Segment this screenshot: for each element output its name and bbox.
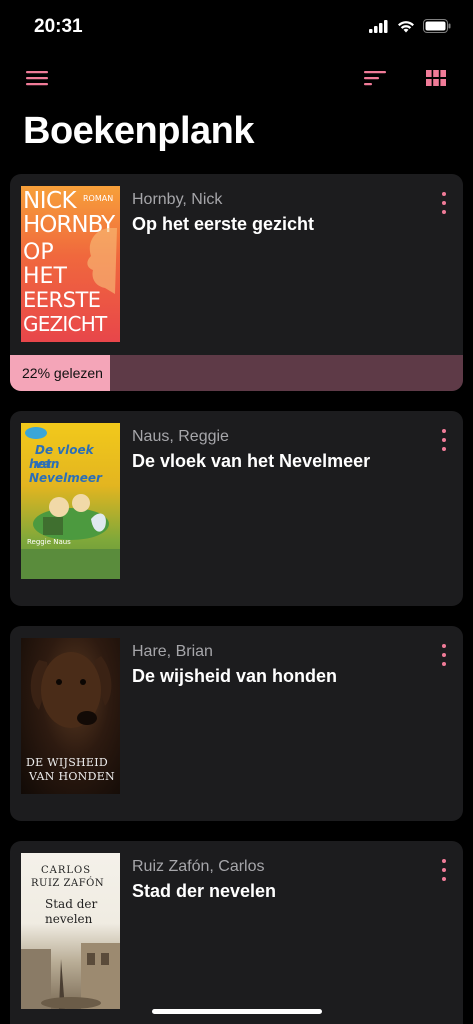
more-options-button[interactable] — [437, 192, 451, 214]
more-options-button[interactable] — [437, 429, 451, 451]
series-badge — [25, 427, 47, 439]
more-dots-icon — [442, 644, 446, 648]
book-cover: DE WIJSHEID VAN HONDEN — [21, 638, 120, 794]
grid-view-button[interactable] — [422, 66, 450, 94]
toolbar — [0, 58, 473, 102]
book-title: Op het eerste gezicht — [132, 214, 315, 234]
dog-illustration — [30, 652, 112, 728]
cover-text: Stad der — [45, 897, 98, 911]
more-options-button[interactable] — [437, 644, 451, 666]
cover-text: GEZICHT — [23, 312, 107, 336]
sort-icon — [364, 70, 386, 91]
progress-label: 22% gelezen — [22, 365, 103, 381]
more-dots-icon — [442, 192, 446, 196]
hamburger-icon — [26, 70, 48, 91]
book-cover: NICK HORNBY ROMAN OP HET EERSTE GEZICHT — [21, 186, 120, 342]
cover-text: CARLOS — [41, 865, 92, 876]
reading-progress-bar: 22% gelezen — [10, 355, 463, 391]
book-card[interactable]: De vloek van het Nevelmeer Reggie Naus N… — [10, 411, 463, 606]
cover-text: OP — [23, 240, 54, 265]
book-cover: De vloek van het Nevelmeer Reggie Naus — [21, 423, 120, 579]
cover-text: DE WIJSHEID — [26, 756, 109, 769]
book-card[interactable]: CARLOS RUIZ ZAFÓN Stad der nevelen Ruiz … — [10, 841, 463, 1024]
book-card[interactable]: NICK HORNBY ROMAN OP HET EERSTE GEZICHT … — [10, 174, 463, 391]
book-list: NICK HORNBY ROMAN OP HET EERSTE GEZICHT … — [10, 174, 463, 1024]
book-title: De wijsheid van honden — [132, 666, 338, 686]
page-title: Boekenplank — [23, 110, 255, 152]
battery-icon — [423, 19, 451, 38]
book-author: Ruiz Zafón, Carlos — [132, 858, 265, 875]
cover-text: VAN HONDEN — [29, 770, 115, 783]
wifi-icon — [397, 20, 415, 38]
book-card[interactable]: DE WIJSHEID VAN HONDEN Hare, Brian De wi… — [10, 626, 463, 821]
street-illustration — [21, 943, 120, 1009]
book-author: Hare, Brian — [132, 643, 213, 660]
more-options-button[interactable] — [437, 859, 451, 881]
status-icons — [369, 19, 451, 38]
book-author: Hornby, Nick — [132, 191, 223, 208]
more-dots-icon — [442, 429, 446, 433]
cover-text: Reggie Naus — [27, 538, 71, 546]
home-indicator — [152, 1009, 322, 1014]
cover-text: HET — [23, 264, 67, 289]
face-silhouette-icon — [87, 228, 117, 294]
book-cover: CARLOS RUIZ ZAFÓN Stad der nevelen — [21, 853, 120, 1009]
cellular-signal-icon — [369, 19, 389, 38]
status-time: 20:31 — [34, 16, 83, 37]
grid-icon — [426, 69, 446, 91]
menu-button[interactable] — [23, 66, 51, 94]
status-bar: 20:31 — [0, 0, 473, 56]
more-dots-icon — [442, 859, 446, 863]
cover-text: NICK — [23, 188, 77, 214]
book-author: Naus, Reggie — [132, 428, 229, 445]
cover-footer — [21, 549, 120, 579]
cover-text: RUIZ ZAFÓN — [31, 878, 105, 889]
book-title: Stad der nevelen — [132, 881, 277, 901]
cover-text: nevelen — [45, 912, 93, 926]
sort-button[interactable] — [361, 66, 389, 94]
book-title: De vloek van het Nevelmeer — [132, 451, 371, 471]
cover-text: ROMAN — [83, 194, 114, 203]
